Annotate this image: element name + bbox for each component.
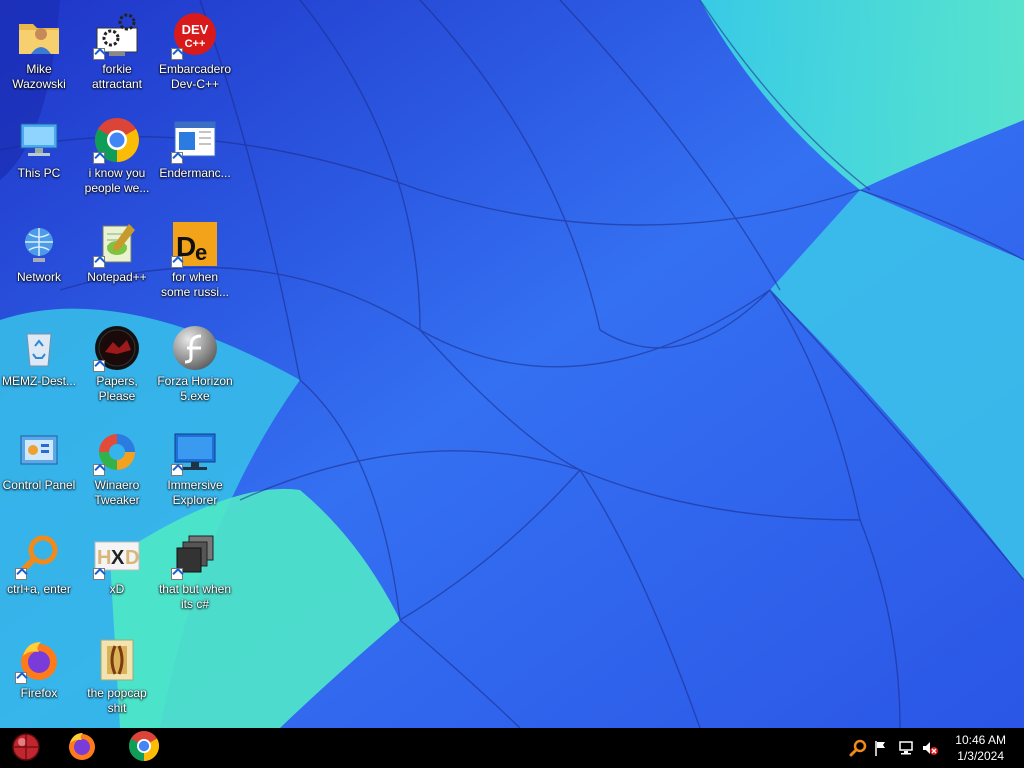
desktop-icon-for-when-some-russi[interactable]: De for when some russi...	[156, 216, 234, 300]
icon-label: Winaero Tweaker	[94, 478, 140, 507]
firefox-icon	[15, 636, 63, 684]
icon-label: Network	[16, 270, 61, 284]
hxd-icon: HXD	[93, 532, 141, 580]
popcap-icon	[93, 636, 141, 684]
desktop-icon-control-panel[interactable]: Control Panel	[0, 424, 78, 493]
desktop-icon-popcap[interactable]: the popcap shit	[78, 632, 156, 716]
desktop-icon-forkie-attractant[interactable]: forkie attractant	[78, 8, 156, 92]
desktop-icon-forza-horizon[interactable]: Forza Horizon 5.exe	[156, 320, 234, 404]
desktop-icon-firefox[interactable]: Firefox	[0, 632, 78, 701]
taskbar-item-chrome[interactable]	[118, 728, 170, 768]
icon-label: MEMZ-Dest...	[2, 374, 76, 388]
control-panel-icon	[15, 428, 63, 476]
shortcut-arrow-icon	[171, 48, 183, 60]
desktop-icon-endermanc[interactable]: Endermanc...	[156, 112, 234, 181]
shortcut-arrow-icon	[171, 464, 183, 476]
window-app-icon	[171, 116, 219, 164]
shortcut-arrow-icon	[15, 672, 27, 684]
magnifier-tray-icon[interactable]	[849, 739, 867, 757]
network-tray-icon[interactable]	[897, 739, 915, 757]
papers-please-icon	[93, 324, 141, 372]
shortcut-arrow-icon	[93, 152, 105, 164]
clock[interactable]: 10:46 AM 1/3/2024	[955, 732, 1006, 764]
winaero-icon	[93, 428, 141, 476]
svg-text:C++: C++	[185, 38, 206, 50]
folder-user-icon	[15, 12, 63, 60]
shortcut-arrow-icon	[93, 48, 105, 60]
clock-date: 1/3/2024	[957, 749, 1004, 763]
monitor-blue-icon	[171, 428, 219, 476]
shortcut-arrow-icon	[93, 464, 105, 476]
icon-label: Embarcadero Dev-C++	[158, 62, 232, 91]
network-globe-icon	[15, 220, 63, 268]
flash-icon	[171, 324, 219, 372]
icon-label: ctrl+a, enter	[7, 582, 71, 596]
desktop-icon-network[interactable]: Network	[0, 216, 78, 285]
icon-label: that but when its c#	[158, 582, 232, 611]
magnifier-icon	[15, 532, 63, 580]
desktop[interactable]: Mike Wazowski This PC Network MEMZ-Dest.…	[0, 0, 1024, 728]
speaker-muted-icon[interactable]	[921, 739, 939, 757]
icon-label: Notepad++	[87, 270, 147, 284]
icon-label: Mike Wazowski	[12, 62, 66, 91]
shortcut-arrow-icon	[93, 568, 105, 580]
icon-label: the popcap shit	[87, 686, 147, 715]
shortcut-arrow-icon	[15, 568, 27, 580]
icon-label: i know you people we...	[84, 166, 150, 195]
shortcut-arrow-icon	[171, 256, 183, 268]
desktop-icon-immersive-explorer[interactable]: Immersive Explorer	[156, 424, 234, 508]
desktop-icon-ctrl-a-enter[interactable]: ctrl+a, enter	[0, 528, 78, 597]
desktop-icon-embarcadero-devcpp[interactable]: DEV C++ Embarcadero Dev-C++	[156, 8, 234, 92]
icon-label: forkie attractant	[91, 62, 143, 91]
devcpp-icon: DEV C++	[171, 12, 219, 60]
firefox-icon	[66, 730, 98, 767]
stacked-windows-icon	[171, 532, 219, 580]
svg-text:DEV: DEV	[182, 22, 209, 37]
icon-label: Firefox	[20, 686, 58, 700]
taskbar[interactable]: 10:46 AM 1/3/2024	[0, 728, 1024, 768]
gears-monitor-icon	[93, 12, 141, 60]
icon-label: Immersive Explorer	[167, 478, 223, 507]
desktop-icon-i-know-you-people[interactable]: i know you people we...	[78, 112, 156, 196]
start-orb-icon	[10, 730, 42, 767]
start-button[interactable]	[0, 728, 52, 768]
shortcut-arrow-icon	[93, 360, 105, 372]
desktop-icon-mike-wazowski[interactable]: Mike Wazowski	[0, 8, 78, 92]
svg-text:H: H	[97, 547, 111, 569]
shortcut-arrow-icon	[171, 568, 183, 580]
recycle-bin-icon	[15, 324, 63, 372]
desktop-icon-notepadpp[interactable]: Notepad++	[78, 216, 156, 285]
desktop-icon-this-pc[interactable]: This PC	[0, 112, 78, 181]
computer-icon	[15, 116, 63, 164]
svg-text:D: D	[125, 547, 139, 569]
notepadpp-icon	[93, 220, 141, 268]
desktop-icon-winaero-tweaker[interactable]: Winaero Tweaker	[78, 424, 156, 508]
taskbar-item-firefox[interactable]	[56, 728, 108, 768]
desktop-icon-memz-dest[interactable]: MEMZ-Dest...	[0, 320, 78, 389]
desktop-icon-papers-please[interactable]: Papers, Please	[78, 320, 156, 404]
icon-label: This PC	[17, 166, 61, 180]
chrome-icon	[93, 116, 141, 164]
shortcut-arrow-icon	[171, 152, 183, 164]
icon-label: Endermanc...	[159, 166, 231, 180]
svg-text:e: e	[195, 240, 207, 265]
chrome-icon	[128, 730, 160, 767]
de-icon: De	[171, 220, 219, 268]
flag-icon[interactable]	[873, 739, 891, 757]
icon-label: for when some russi...	[160, 270, 229, 299]
desktop-icon-xd[interactable]: HXD xD	[78, 528, 156, 597]
icon-label: Control Panel	[2, 478, 76, 492]
icon-label: Papers, Please	[96, 374, 138, 403]
icon-label: xD	[109, 582, 125, 596]
shortcut-arrow-icon	[93, 256, 105, 268]
icon-label: Forza Horizon 5.exe	[157, 374, 233, 403]
svg-text:X: X	[111, 547, 125, 569]
clock-time: 10:46 AM	[955, 733, 1006, 747]
desktop-icon-that-but-when-its-csharp[interactable]: that but when its c#	[156, 528, 234, 612]
